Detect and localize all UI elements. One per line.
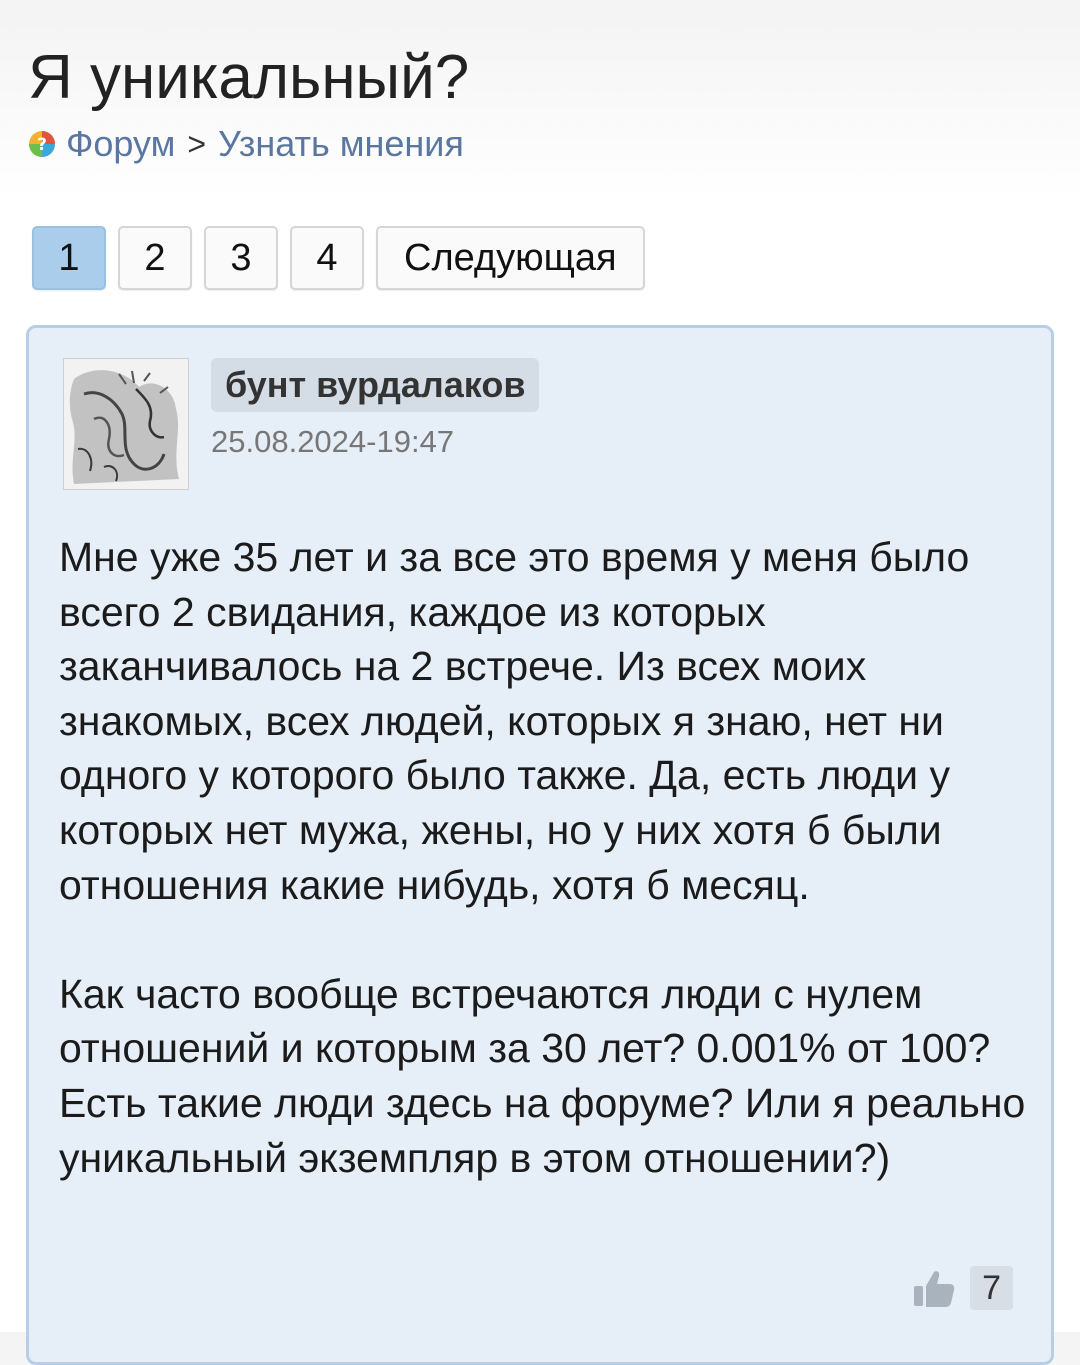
next-page-button[interactable]: Следующая bbox=[376, 226, 645, 290]
post-paragraph: Мне уже 35 лет и за все это время у меня… bbox=[59, 534, 970, 908]
breadcrumb: ? Форум > Узнать мнения bbox=[28, 122, 464, 166]
like-area: 7 bbox=[912, 1266, 1013, 1310]
post-body: Мне уже 35 лет и за все это время у меня… bbox=[59, 530, 1029, 1185]
page-button-4[interactable]: 4 bbox=[290, 226, 364, 290]
avatar[interactable] bbox=[63, 358, 189, 490]
svg-text:?: ? bbox=[37, 135, 47, 155]
page-button-2[interactable]: 2 bbox=[118, 226, 192, 290]
post-paragraph: Как часто вообще встречаются люди с нуле… bbox=[59, 970, 1026, 1181]
avatar-image bbox=[64, 359, 188, 489]
page-button-3[interactable]: 3 bbox=[204, 226, 278, 290]
post-card: бунт вурдалаков 25.08.2024-19:47 Мне уже… bbox=[26, 325, 1054, 1365]
pagination: 1 2 3 4 Следующая bbox=[32, 226, 645, 290]
breadcrumb-section-link[interactable]: Узнать мнения bbox=[218, 122, 464, 166]
breadcrumb-forum-link[interactable]: Форум bbox=[66, 122, 175, 166]
forum-logo-icon: ? bbox=[29, 131, 55, 157]
breadcrumb-separator: > bbox=[187, 126, 207, 162]
page-title: Я уникальный? bbox=[28, 43, 470, 112]
thumbs-up-icon[interactable] bbox=[912, 1266, 956, 1310]
page-button-1[interactable]: 1 bbox=[32, 226, 106, 290]
author-name[interactable]: бунт вурдалаков bbox=[211, 358, 540, 412]
like-count: 7 bbox=[970, 1266, 1013, 1310]
post-date: 25.08.2024-19:47 bbox=[211, 424, 455, 459]
